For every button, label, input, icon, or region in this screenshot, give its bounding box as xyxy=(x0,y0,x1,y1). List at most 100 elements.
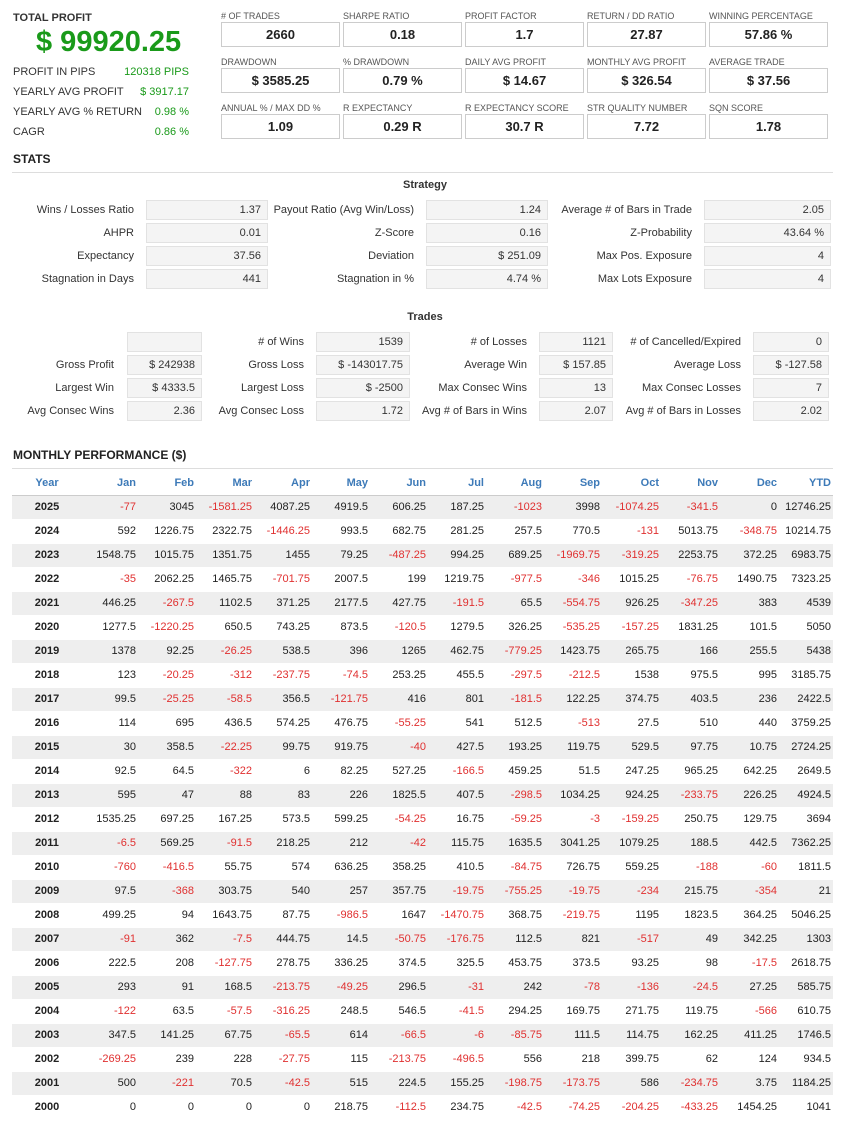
value-cell: 271.75 xyxy=(602,999,661,1024)
value-cell: -535.25 xyxy=(544,615,602,640)
value-cell: 98 xyxy=(661,951,720,976)
value-cell: 218.75 xyxy=(312,1095,370,1120)
value-cell: -347.25 xyxy=(661,591,720,616)
value-cell: 347.5 xyxy=(84,1023,138,1048)
strategy-stat-value: 37.56 xyxy=(146,246,268,266)
value-cell: 455.5 xyxy=(428,663,486,688)
table-row: 2000 0 0 0 0 218.75 -112.5 234.75 -42.5 -74.25 -20… xyxy=(12,1095,833,1120)
value-cell: -316.25 xyxy=(254,999,312,1024)
value-cell: -35 xyxy=(84,567,138,592)
trade-stat-label: Avg Consec Wins xyxy=(27,405,114,417)
trade-stat-label: Gross Profit xyxy=(55,359,114,371)
value-cell: -85.75 xyxy=(486,1023,544,1048)
value-cell: 358.25 xyxy=(370,855,428,880)
value-cell: 586 xyxy=(602,1071,661,1096)
strategy-stat-value: 4.74 % xyxy=(426,269,548,289)
table-row: 2009 97.5 -368 303.75 540 257 357.75 -19.75 -755… xyxy=(12,879,833,904)
value-cell: -3 xyxy=(544,807,602,832)
value-cell: -24.5 xyxy=(661,975,720,1000)
metric-card: SHARPE RATIO 0.18 xyxy=(343,11,462,47)
value-cell: -219.75 xyxy=(544,903,602,928)
value-cell: 303.75 xyxy=(196,879,254,904)
year-cell: 2022 xyxy=(12,567,84,592)
value-cell: 444.75 xyxy=(254,927,312,952)
value-cell: -59.25 xyxy=(486,807,544,832)
value-cell: 114 xyxy=(84,711,138,736)
year-cell: 2013 xyxy=(12,783,84,808)
value-cell: 995 xyxy=(720,663,779,688)
value-cell: 6983.75 xyxy=(779,543,833,568)
metric-label: SQN SCORE xyxy=(709,103,764,113)
value-cell: 1015.25 xyxy=(602,567,661,592)
value-cell: 383 xyxy=(720,591,779,616)
value-cell: 595 xyxy=(84,783,138,808)
value-cell: 1825.5 xyxy=(370,783,428,808)
value-cell: 372.25 xyxy=(720,543,779,568)
strategy-stat-label: Wins / Losses Ratio xyxy=(36,204,134,216)
metric-card: R EXPECTANCY SCORE 30.7 R xyxy=(465,103,584,139)
value-cell: 574.25 xyxy=(254,711,312,736)
trade-stat-label: Average Loss xyxy=(673,359,741,371)
value-cell: 79.25 xyxy=(312,543,370,568)
value-cell: 994.25 xyxy=(428,543,486,568)
value-cell: 573.5 xyxy=(254,807,312,832)
table-row: 2003 347.5 141.25 67.75 -65.5 614 -66.5 -6 -85.7… xyxy=(12,1023,833,1048)
value-cell: 248.5 xyxy=(312,999,370,1024)
value-cell: 924.25 xyxy=(602,783,661,808)
value-cell: -416.5 xyxy=(138,855,196,880)
value-cell: -312 xyxy=(196,663,254,688)
value-cell: 70.5 xyxy=(196,1071,254,1096)
metric-value: 0.79 % xyxy=(343,68,462,93)
value-cell: 14.5 xyxy=(312,927,370,952)
strategy-stat-value: 0.01 xyxy=(146,223,268,243)
value-cell: -40 xyxy=(370,735,428,760)
value-cell: 512.5 xyxy=(486,711,544,736)
value-cell: -348.75 xyxy=(720,519,779,544)
value-cell: -26.25 xyxy=(196,639,254,664)
value-cell: -977.5 xyxy=(486,567,544,592)
value-cell: 111.5 xyxy=(544,1023,602,1048)
value-cell: 556 xyxy=(486,1047,544,1072)
value-cell: -42.5 xyxy=(254,1071,312,1096)
summary-label: PROFIT IN PIPS xyxy=(13,66,96,78)
value-cell: 326.25 xyxy=(486,615,544,640)
value-cell: 1831.25 xyxy=(661,615,720,640)
metric-label: AVERAGE TRADE xyxy=(709,57,785,67)
value-cell: -433.25 xyxy=(661,1095,720,1120)
trades-section: Trades # of Wins 1539 # of Losses 1121 # of … xyxy=(0,311,850,431)
value-cell: -346 xyxy=(544,567,602,592)
monthly-performance-table: Year Jan Feb Mar Apr May Jun Jul Aug Sep Oct Nov Dec… xyxy=(12,471,833,1120)
value-cell: 650.5 xyxy=(196,615,254,640)
value-cell: 1823.5 xyxy=(661,903,720,928)
value-cell: 1454.25 xyxy=(720,1095,779,1120)
trade-stat-value: 7 xyxy=(753,378,829,398)
value-cell: 1015.75 xyxy=(138,543,196,568)
value-cell: -341.5 xyxy=(661,495,720,520)
trade-stat-value: $ -127.58 xyxy=(753,355,829,375)
value-cell: -233.75 xyxy=(661,783,720,808)
metric-label: DRAWDOWN xyxy=(221,57,277,67)
value-cell: 293 xyxy=(84,975,138,1000)
value-cell: 141.25 xyxy=(138,1023,196,1048)
value-cell: -6 xyxy=(428,1023,486,1048)
value-cell: -76.75 xyxy=(661,567,720,592)
value-cell: 325.5 xyxy=(428,951,486,976)
trade-stat-value: $ -143017.75 xyxy=(316,355,410,375)
table-row: 2016 114 695 436.5 574.25 476.75 -55.25 541 512.… xyxy=(12,711,833,736)
value-cell: 993.5 xyxy=(312,519,370,544)
value-cell: 356.5 xyxy=(254,687,312,712)
value-cell: -6.5 xyxy=(84,831,138,856)
table-row: 2021 446.25 -267.5 1102.5 371.25 2177.5 427.75… xyxy=(12,591,833,616)
trade-stat-value: 2.07 xyxy=(539,401,613,421)
value-cell: -234.75 xyxy=(661,1071,720,1096)
trade-stat-value: 2.02 xyxy=(753,401,829,421)
value-cell: 119.75 xyxy=(544,735,602,760)
value-cell: 2062.25 xyxy=(138,567,196,592)
value-cell: 1279.5 xyxy=(428,615,486,640)
metric-label: SHARPE RATIO xyxy=(343,11,410,21)
value-cell: 411.25 xyxy=(720,1023,779,1048)
value-cell: 1490.75 xyxy=(720,567,779,592)
year-cell: 2014 xyxy=(12,759,84,784)
trade-stat-value: 1539 xyxy=(316,332,410,352)
metric-value: $ 326.54 xyxy=(587,68,706,93)
